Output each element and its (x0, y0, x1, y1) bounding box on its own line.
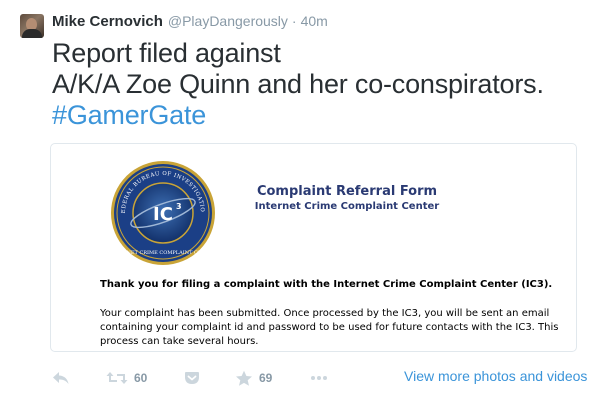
more-dots-icon (311, 376, 327, 380)
thanks-message: Thank you for filing a complaint with th… (100, 279, 553, 290)
confirmation-line-1: Your complaint has been submitted. Once … (100, 308, 550, 319)
confirmation-line-2: containing your complaint id and passwor… (100, 322, 559, 333)
reply-button[interactable] (52, 368, 70, 388)
svg-text:3: 3 (176, 202, 182, 211)
header-separator: · (291, 13, 297, 29)
retweet-count: 60 (134, 371, 148, 385)
pocket-button[interactable] (184, 368, 200, 388)
avatar-body (22, 29, 42, 38)
avatar[interactable] (20, 14, 44, 38)
tweet: Mike Cernovich @PlayDangerously · 40m Re… (0, 0, 594, 401)
svg-text:INTERNET CRIME COMPLAINT CENTE: INTERNET CRIME COMPLAINT CENTER (109, 250, 216, 256)
ic3-seal-logo: FEDERAL BUREAU OF INVESTIGATION INTERNET… (108, 158, 217, 265)
pocket-icon (185, 372, 199, 384)
svg-text:IC: IC (153, 204, 173, 225)
retweet-button[interactable]: 60 (106, 368, 147, 388)
tweet-timestamp[interactable]: 40m (301, 13, 328, 29)
view-more-link[interactable]: View more photos and videos (404, 368, 587, 384)
confirmation-line-3: process can take several hours. (100, 336, 259, 347)
hashtag-link[interactable]: #GamerGate (52, 100, 582, 131)
reply-icon (53, 372, 69, 384)
favorite-button[interactable]: 69 (235, 368, 272, 388)
confirmation-text: Your complaint has been submitted. Once … (100, 307, 570, 349)
tweet-header: Mike Cernovich @PlayDangerously · 40m (52, 13, 328, 33)
retweet-icon (106, 372, 128, 384)
form-title: Complaint Referral Form (256, 184, 438, 199)
form-subtitle: Internet Crime Complaint Center (254, 201, 440, 212)
tweet-actions: 60 69 View more photos and videos (50, 368, 587, 388)
tweet-text-line-1: Report filed against (52, 38, 281, 68)
author-handle[interactable]: @PlayDangerously (168, 13, 288, 29)
more-button[interactable] (310, 368, 328, 388)
tweet-text-line-2: A/K/A Zoe Quinn and her co-conspirators. (52, 69, 544, 99)
media-card[interactable]: FEDERAL BUREAU OF INVESTIGATION INTERNET… (50, 143, 577, 352)
star-icon (236, 370, 252, 386)
favorite-count: 69 (259, 371, 273, 385)
author-name[interactable]: Mike Cernovich (52, 13, 163, 30)
tweet-text: Report filed against A/K/A Zoe Quinn and… (52, 38, 582, 131)
